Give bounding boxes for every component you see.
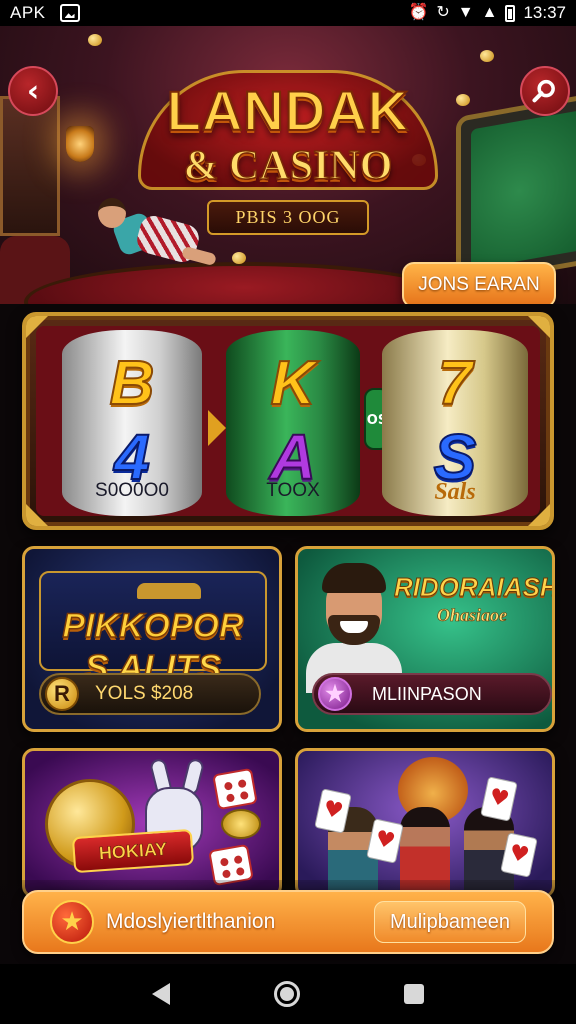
reel-label: Sals <box>434 479 476 505</box>
casino-app-screen: APK ⏰ ↻ ▼ ▲ 13:37 LANDAK & CASINO PBIS 3… <box>0 0 576 1024</box>
logo-subtitle: & CASINO <box>183 142 393 190</box>
reel-label: S0O0O0 <box>95 480 169 501</box>
playing-card-icon: ♥ <box>480 776 518 822</box>
card-title: PIKKOPOR <box>62 606 245 646</box>
smiling-man-illustration <box>306 563 402 693</box>
card-reward-text: MLIINPASON <box>372 683 482 704</box>
battery-icon <box>505 4 516 22</box>
nav-recents-icon[interactable] <box>404 984 424 1004</box>
nav-home-icon[interactable] <box>274 981 300 1007</box>
card-reward-pill[interactable]: R YOLS $208 <box>39 673 261 715</box>
status-bar: APK ⏰ ↻ ▼ ▲ 13:37 <box>0 0 576 26</box>
slot-machine[interactable]: B 4 S0O0O0 K A TOOX OS 7 S Sals <box>22 312 554 530</box>
reel-symbol: B <box>109 349 156 418</box>
arrow-right-icon <box>208 410 226 446</box>
status-time: 13:37 <box>523 3 566 22</box>
card-reward-pill[interactable]: ★ MLIINPASON <box>312 673 552 715</box>
game-card-hokiay[interactable]: HOKIAY <box>22 748 282 898</box>
search-button[interactable] <box>520 66 570 116</box>
signal-icon: ▲ <box>481 4 498 21</box>
promo-bar[interactable]: ★ Mdoslyiertlthanion Mulipbameen <box>22 890 554 954</box>
slot-reel: B 4 S0O0O0 <box>62 330 202 516</box>
wifi-icon: ▼ <box>457 4 474 21</box>
card-banner: HOKIAY <box>71 828 195 874</box>
search-icon <box>532 79 555 103</box>
card-subtitle: Ohasiaoe <box>436 605 508 626</box>
coin-icon: R <box>45 677 79 711</box>
hero-banner: LANDAK & CASINO PBIS 3 OOG ‹ JONS EARAN <box>0 26 576 304</box>
promo-text: Mdoslyiertlthanion <box>106 910 276 933</box>
card-title-box: PIKKOPOR S ALITS <box>39 571 267 689</box>
join-button[interactable]: JONS EARAN <box>402 262 556 304</box>
system-navigation-bar <box>0 964 576 1024</box>
promo-button[interactable]: Mulipbameen <box>374 901 526 943</box>
status-icons: ⏰ ↻ ▼ ▲ 13:37 <box>408 3 566 23</box>
coin-icon <box>88 34 102 46</box>
wall-painting <box>0 96 60 236</box>
reel-label: TOOX <box>266 480 320 501</box>
star-icon: ★ <box>318 677 352 711</box>
casino-table <box>24 262 464 304</box>
coin-icon <box>480 50 494 62</box>
game-card-multiplayer[interactable]: ♥ ♥ ♥ ♥ <box>295 748 555 898</box>
coin-icon <box>232 252 246 264</box>
chip-icon <box>221 809 261 839</box>
app-logo: LANDAK & CASINO PBIS 3 OOG <box>120 60 456 235</box>
reel-symbol: 7 <box>437 349 473 418</box>
coin-icon <box>456 94 470 106</box>
sync-icon: ↻ <box>436 4 450 21</box>
nav-back-icon[interactable] <box>152 983 170 1005</box>
card-title: RIDORAIASH <box>394 572 555 602</box>
logo-title: LANDAK <box>166 79 410 143</box>
table-monitor <box>456 90 576 288</box>
wall-lamp <box>66 126 94 162</box>
logo-plaque: PBIS 3 OOG <box>207 200 369 235</box>
back-button[interactable]: ‹ <box>8 66 58 116</box>
slot-reel: K A TOOX <box>226 330 360 516</box>
slot-reel: 7 S Sals <box>382 330 528 516</box>
gallery-icon <box>59 4 80 22</box>
alarm-icon: ⏰ <box>408 4 429 21</box>
dice-icon <box>212 767 258 811</box>
card-reward-text: YOLS $208 <box>95 683 194 704</box>
game-card-slots[interactable]: PIKKOPOR S ALITS R YOLS $208 <box>22 546 282 732</box>
chevron-left-icon: ‹ <box>26 73 40 109</box>
status-apk-label: APK <box>10 3 46 22</box>
star-icon: ★ <box>50 900 94 944</box>
reel-symbol: K <box>270 349 317 418</box>
game-card-bonus[interactable]: RIDORAIASH Ohasiaoe ★ MLIINPASON <box>295 546 555 732</box>
